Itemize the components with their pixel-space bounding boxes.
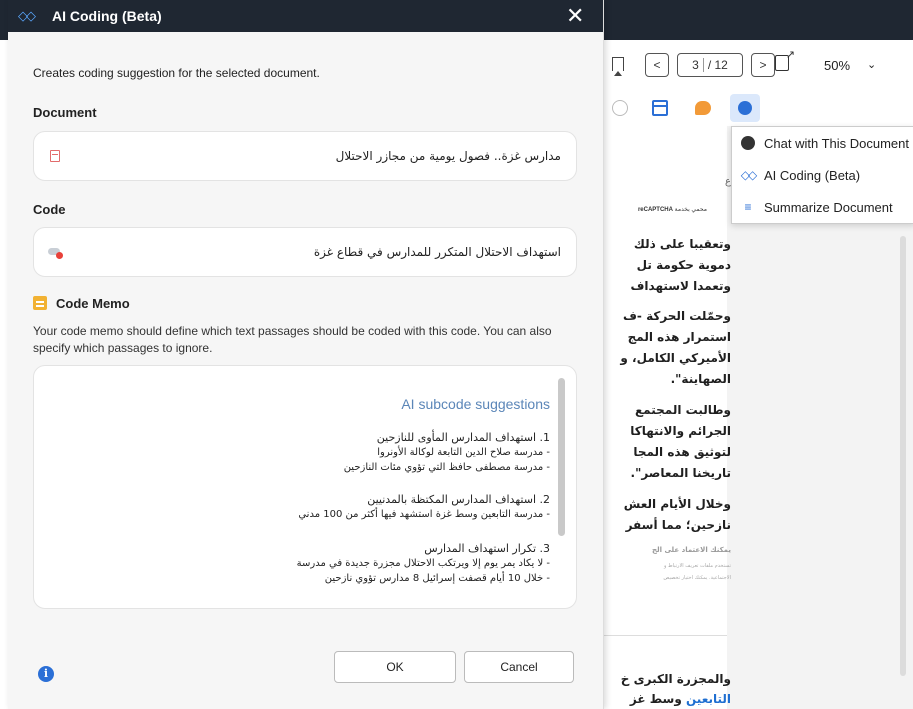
document-name: مدارس غزة.. فصول يومية من مجازر الاحتلال xyxy=(335,149,561,163)
comment-icon[interactable] xyxy=(695,101,711,115)
ai-assistant-button[interactable] xyxy=(730,94,760,122)
doc-text: وتعمدا لاستهداف xyxy=(630,279,731,293)
chat-icon xyxy=(740,135,756,151)
captcha-notice: محمي بخدمة reCAPTCHA xyxy=(637,207,707,213)
dialog-header: ◇◇ AI Coding (Beta) ✕ xyxy=(8,0,603,32)
code-memo-label: Code Memo xyxy=(56,296,130,311)
menu-item-label: AI Coding (Beta) xyxy=(764,167,861,183)
highlighter-icon[interactable] xyxy=(612,100,628,116)
code-memo-description: Your code memo should define which text … xyxy=(33,324,552,355)
cookie-notice-text: تستخدم ملفات تعريف الارتباط و xyxy=(663,563,731,569)
code-tag-icon xyxy=(48,248,63,259)
doc-link[interactable]: التابعين xyxy=(686,692,731,706)
divider xyxy=(603,635,727,636)
memo-line: - مدرسة صلاح الدين التابعة لوكالة الأونر… xyxy=(377,447,550,458)
doc-text: لتوثيق هذه المجا xyxy=(633,445,731,459)
doc-text: وتعقيبا على ذلك xyxy=(633,237,731,251)
document-field[interactable]: مدارس غزة.. فصول يومية من مجازر الاحتلال xyxy=(33,131,577,181)
document-page xyxy=(603,126,731,709)
menu-item-chat[interactable]: Chat with This Document xyxy=(732,127,913,159)
memo-line: 1. استهداف المدارس المأوى للنازحين xyxy=(376,431,550,444)
next-page-button[interactable]: > xyxy=(751,53,775,77)
viewer-scrollbar[interactable] xyxy=(900,236,906,676)
doc-text-line: التابعين وسط غز xyxy=(629,692,731,706)
doc-text: دموية حكومة تل xyxy=(636,258,731,272)
viewer-gutter xyxy=(731,222,913,709)
memo-scrollbar[interactable] xyxy=(558,378,565,536)
bookmark-icon[interactable] xyxy=(612,57,624,76)
doc-text: استمرار هذه المج xyxy=(627,330,731,344)
previous-page-button[interactable]: < xyxy=(645,53,669,77)
memo-line: - مدرسة التابعين وسط غزة استشهد فيها أكث… xyxy=(298,509,550,520)
pdf-icon xyxy=(50,150,60,162)
memo-line: - لا يكاد يمر يوم إلا ويرتكب الاحتلال مج… xyxy=(296,558,550,569)
doc-text: وخلال الأيام العش xyxy=(623,497,731,511)
chevron-down-icon[interactable]: ⌄ xyxy=(867,58,876,71)
doc-text: نازحين؛ مما أسفر xyxy=(625,518,731,532)
memo-icon xyxy=(33,296,47,310)
cookie-notice-title: يمكنك الاعتماد على الج xyxy=(651,546,731,554)
doc-text: وحمّلت الحركة -ف xyxy=(622,309,731,323)
memo-heading: AI subcode suggestions xyxy=(401,396,550,412)
doc-text: تاريخنا المعاصر". xyxy=(630,466,731,480)
ai-menu: Chat with This Document ◇◇ AI Coding (Be… xyxy=(731,126,913,224)
dialog-title: AI Coding (Beta) xyxy=(52,8,162,24)
total-pages: / 12 xyxy=(707,58,728,72)
doc-text: والمجزرة الكبرى خ xyxy=(620,672,731,686)
ai-assistant-icon xyxy=(738,101,752,115)
ai-coding-dialog: ◇◇ AI Coding (Beta) ✕ Creates coding sug… xyxy=(8,0,604,709)
menu-item-label: Summarize Document xyxy=(764,199,893,215)
doc-text: الجرائم والانتهاكا xyxy=(630,424,731,438)
cancel-button[interactable]: Cancel xyxy=(464,651,574,683)
menu-item-label: Chat with This Document xyxy=(764,135,909,151)
doc-text: الصهاينة". xyxy=(670,372,731,386)
ai-coding-icon: ◇◇ xyxy=(18,8,36,23)
code-label: Code xyxy=(33,202,66,217)
code-name: استهداف الاحتلال المتكرر للمدارس في قطاع… xyxy=(313,245,561,259)
memo-line: 2. استهداف المدارس المكتظة بالمدنيين xyxy=(367,493,550,506)
code-memo-editor[interactable]: AI subcode suggestions 1. استهداف المدار… xyxy=(33,365,577,609)
memo-line: - خلال 10 أيام قصفت إسرائيل 8 مدارس تؤوي… xyxy=(324,573,550,584)
code-field[interactable]: استهداف الاحتلال المتكرر للمدارس في قطاع… xyxy=(33,227,577,277)
doc-text: وطالبت المجتمع xyxy=(634,403,731,417)
menu-item-summarize[interactable]: ≡ Summarize Document xyxy=(732,191,913,223)
info-icon[interactable]: i xyxy=(38,666,54,682)
doc-text: الأميركي الكامل، و xyxy=(620,351,731,365)
window-icon[interactable] xyxy=(652,100,668,116)
close-icon[interactable]: ✕ xyxy=(566,3,584,29)
menu-item-ai-coding[interactable]: ◇◇ AI Coding (Beta) xyxy=(732,159,913,191)
memo-line: - مدرسة مصطفى حافظ التي تؤوي مئات النازح… xyxy=(343,462,550,473)
summarize-icon: ≡ xyxy=(744,200,752,214)
cookie-notice-text: الاجتماعية. يمكنك اختيار تخصيص xyxy=(663,575,731,581)
zoom-level[interactable]: 50% xyxy=(824,58,850,73)
dialog-description: Creates coding suggestion for the select… xyxy=(33,66,320,80)
export-icon[interactable] xyxy=(775,48,795,71)
memo-line: 3. تكرار استهداف المدارس xyxy=(424,542,550,555)
page-navigator: < 3 / 12 > xyxy=(645,53,775,77)
document-label: Document xyxy=(33,105,97,120)
ai-coding-icon: ◇◇ xyxy=(740,168,757,182)
page-number-field[interactable]: 3 / 12 xyxy=(677,53,743,77)
current-page: 3 xyxy=(692,58,704,72)
ok-button[interactable]: OK xyxy=(334,651,456,683)
